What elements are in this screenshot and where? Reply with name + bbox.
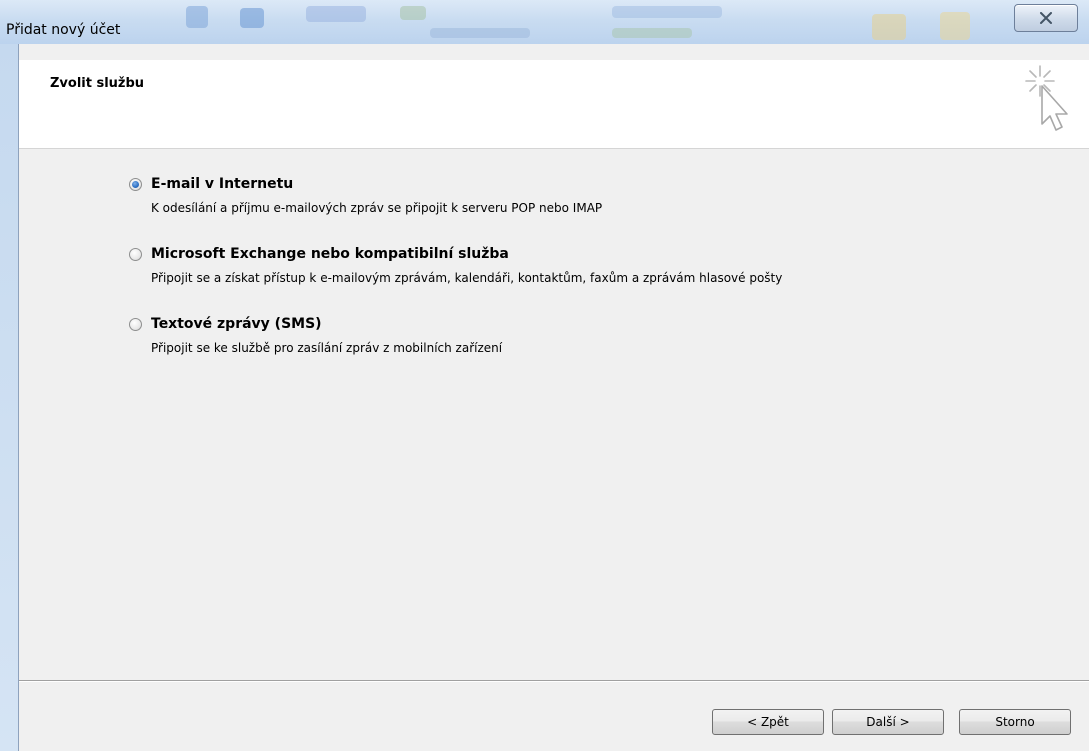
background-blur: [430, 28, 530, 38]
radio-internet-email[interactable]: [129, 178, 142, 191]
cancel-button[interactable]: Storno: [959, 709, 1071, 735]
footer-divider: [19, 680, 1089, 682]
option-description: K odesílání a příjmu e-mailových zpráv s…: [151, 201, 603, 215]
background-blur: [940, 12, 970, 40]
background-blur: [872, 14, 906, 40]
option-label[interactable]: E-mail v Internetu: [151, 176, 293, 192]
background-blur: [306, 6, 366, 22]
option-label[interactable]: Textové zprávy (SMS): [151, 316, 322, 332]
background-blur: [240, 8, 264, 28]
option-description: Připojit se ke službě pro zasílání zpráv…: [151, 341, 503, 355]
close-icon: [1040, 12, 1052, 24]
background-blur: [186, 6, 208, 28]
radio-sms[interactable]: [129, 318, 142, 331]
option-description: Připojit se a získat přístup k e-mailový…: [151, 271, 783, 285]
back-button[interactable]: < Zpět: [712, 709, 824, 735]
close-button[interactable]: [1014, 4, 1078, 32]
dialog-client-area: Zvolit službu E-mail v Internetu K odesí…: [18, 44, 1089, 751]
background-blur: [612, 28, 692, 38]
title-bar[interactable]: Přidat nový účet: [0, 0, 1089, 44]
next-button[interactable]: Další >: [832, 709, 944, 735]
radio-exchange[interactable]: [129, 248, 142, 261]
page-title: Zvolit službu: [50, 76, 145, 91]
wizard-cursor-icon: [1025, 65, 1068, 131]
wizard-header: Zvolit službu: [19, 60, 1089, 149]
background-blur: [400, 6, 426, 20]
option-label[interactable]: Microsoft Exchange nebo kompatibilní slu…: [151, 246, 509, 262]
window-frame-left: [0, 44, 18, 751]
background-blur: [612, 6, 722, 18]
window-title: Přidat nový účet: [6, 22, 121, 38]
